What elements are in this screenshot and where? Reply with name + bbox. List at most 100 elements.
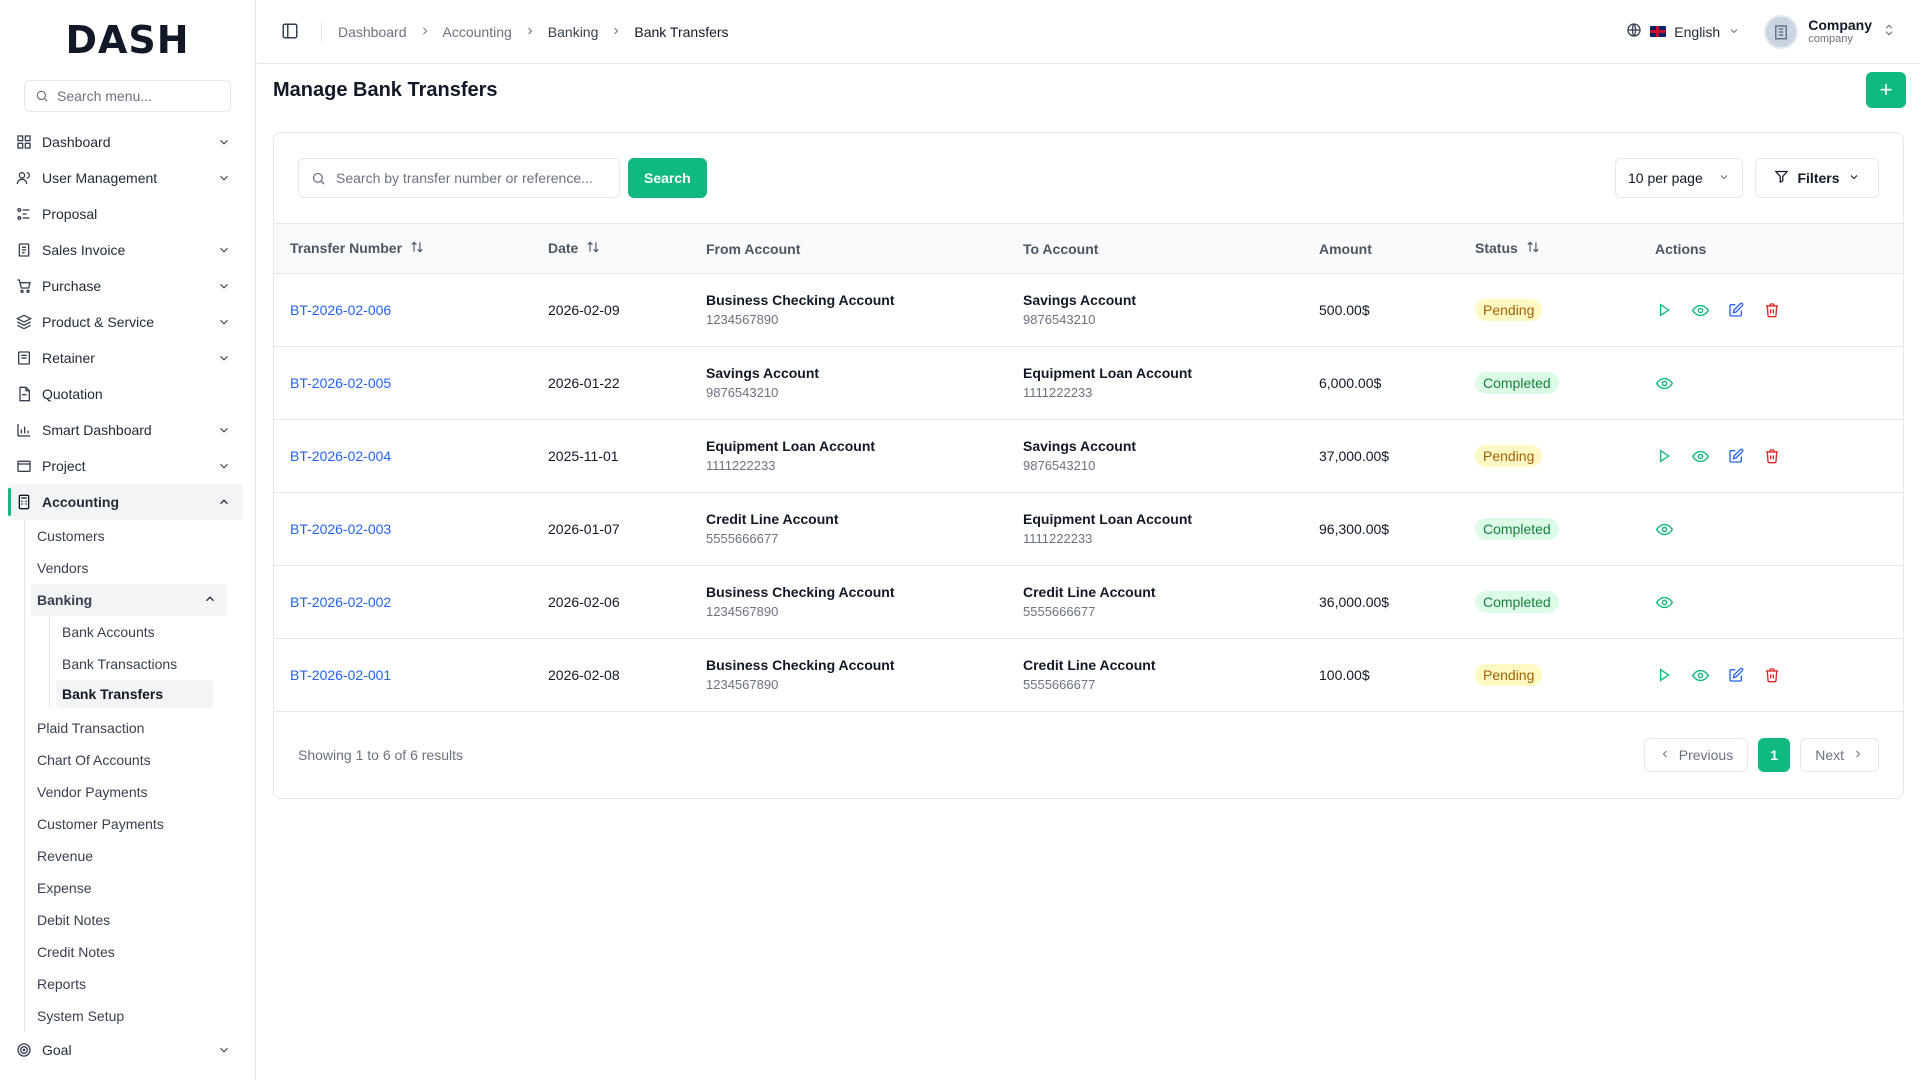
app-logo[interactable]: DASH bbox=[0, 0, 255, 80]
sidebar-item-user-management[interactable]: User Management bbox=[0, 160, 255, 196]
transfer-number-link[interactable]: BT-2026-02-002 bbox=[274, 566, 532, 639]
sidebar-item-chart-of-accounts[interactable]: Chart Of Accounts bbox=[37, 744, 255, 776]
eye-icon[interactable] bbox=[1691, 301, 1709, 319]
transfers-table: Transfer Number Date From Account To Acc… bbox=[274, 223, 1903, 712]
sidebar-item-dashboard[interactable]: Dashboard bbox=[0, 124, 255, 160]
play-icon[interactable] bbox=[1655, 301, 1673, 319]
eye-icon[interactable] bbox=[1691, 666, 1709, 684]
sort-icon[interactable] bbox=[1526, 240, 1540, 257]
sidebar-item-proposal[interactable]: Proposal bbox=[0, 196, 255, 232]
sidebar-item-sales-invoice[interactable]: Sales Invoice bbox=[0, 232, 255, 268]
th-status[interactable]: Status bbox=[1459, 224, 1639, 274]
to-account-number: 5555666677 bbox=[1023, 604, 1096, 619]
sidebar-item-debit-notes[interactable]: Debit Notes bbox=[37, 904, 255, 936]
th-date[interactable]: Date bbox=[532, 224, 690, 274]
per-page-select[interactable]: 10 per page bbox=[1615, 158, 1743, 198]
transfer-number-link[interactable]: BT-2026-02-005 bbox=[274, 347, 532, 420]
sidebar-item-label: Project bbox=[42, 458, 86, 474]
chevron-up-icon bbox=[203, 592, 217, 609]
results-summary: Showing 1 to 6 of 6 results bbox=[298, 747, 463, 763]
edit-icon[interactable] bbox=[1727, 301, 1745, 319]
breadcrumb-dashboard[interactable]: Dashboard bbox=[338, 24, 407, 40]
play-icon[interactable] bbox=[1655, 666, 1673, 684]
breadcrumb-accounting[interactable]: Accounting bbox=[443, 24, 512, 40]
language-selector[interactable]: English bbox=[1626, 22, 1740, 41]
chevron-right-icon bbox=[524, 24, 536, 40]
accounting-submenu: Customers Vendors Banking Bank Accounts … bbox=[24, 520, 255, 1032]
previous-page-button[interactable]: Previous bbox=[1643, 738, 1749, 772]
sort-icon[interactable] bbox=[410, 240, 424, 257]
sidebar-item-customer-payments[interactable]: Customer Payments bbox=[37, 808, 255, 840]
uk-flag-icon bbox=[1650, 26, 1667, 37]
banking-submenu: Bank Accounts Bank Transactions Bank Tra… bbox=[49, 616, 255, 708]
th-transfer-number[interactable]: Transfer Number bbox=[274, 224, 532, 274]
transfer-number-link[interactable]: BT-2026-02-003 bbox=[274, 493, 532, 566]
sidebar-item-product-service[interactable]: Product & Service bbox=[0, 304, 255, 340]
sidebar-item-retainer[interactable]: Retainer bbox=[0, 340, 255, 376]
sidebar-item-quotation[interactable]: Quotation bbox=[0, 376, 255, 412]
sidebar-toggle-icon[interactable] bbox=[281, 22, 301, 42]
retainer-icon bbox=[16, 350, 32, 366]
sidebar-item-vendor-payments[interactable]: Vendor Payments bbox=[37, 776, 255, 808]
cart-icon bbox=[16, 278, 32, 294]
transfer-number-link[interactable]: BT-2026-02-006 bbox=[274, 274, 532, 347]
filters-button[interactable]: Filters bbox=[1755, 158, 1879, 198]
transfer-date: 2026-02-09 bbox=[548, 302, 620, 318]
company-name: Company bbox=[1808, 16, 1872, 33]
eye-icon[interactable] bbox=[1655, 520, 1673, 538]
search-placeholder: Search by transfer number or reference..… bbox=[336, 170, 593, 186]
page-number-current[interactable]: 1 bbox=[1758, 738, 1791, 772]
sidebar-item-bank-transfers[interactable]: Bank Transfers bbox=[56, 680, 213, 708]
sidebar-item-banking[interactable]: Banking bbox=[31, 584, 227, 616]
status-cell: Completed bbox=[1459, 347, 1639, 420]
actions-cell bbox=[1639, 639, 1903, 712]
from-account-name: Savings Account bbox=[706, 365, 820, 381]
sidebar-item-reports[interactable]: Reports bbox=[37, 968, 255, 1000]
sidebar-item-purchase[interactable]: Purchase bbox=[0, 268, 255, 304]
sidebar-item-revenue[interactable]: Revenue bbox=[37, 840, 255, 872]
play-icon[interactable] bbox=[1655, 447, 1673, 465]
chevron-down-icon bbox=[217, 243, 231, 257]
sidebar-item-accounting[interactable]: Accounting bbox=[8, 484, 243, 520]
transfer-number-link[interactable]: BT-2026-02-004 bbox=[274, 420, 532, 493]
trash-icon[interactable] bbox=[1763, 447, 1781, 465]
sidebar-item-bank-transactions[interactable]: Bank Transactions bbox=[62, 648, 255, 680]
breadcrumb-banking[interactable]: Banking bbox=[548, 24, 599, 40]
eye-icon[interactable] bbox=[1655, 593, 1673, 611]
sidebar-item-plaid-transaction[interactable]: Plaid Transaction bbox=[37, 712, 255, 744]
transfer-date: 2026-01-22 bbox=[548, 375, 620, 391]
transfer-search-input[interactable]: Search by transfer number or reference..… bbox=[298, 158, 620, 198]
th-to-account: To Account bbox=[1023, 240, 1099, 257]
eye-icon[interactable] bbox=[1655, 374, 1673, 392]
next-page-button[interactable]: Next bbox=[1800, 738, 1879, 772]
edit-icon[interactable] bbox=[1727, 447, 1745, 465]
company-switcher[interactable]: Company company bbox=[1764, 14, 1896, 49]
add-transfer-button[interactable]: + bbox=[1866, 72, 1906, 108]
sidebar-item-vendors[interactable]: Vendors bbox=[37, 552, 255, 584]
sidebar-item-expense[interactable]: Expense bbox=[37, 872, 255, 904]
sidebar-item-customers[interactable]: Customers bbox=[37, 520, 255, 552]
language-label: English bbox=[1674, 23, 1721, 40]
sidebar-item-smart-dashboard[interactable]: Smart Dashboard bbox=[0, 412, 255, 448]
transfer-number-link[interactable]: BT-2026-02-001 bbox=[274, 639, 532, 712]
sidebar-search-input[interactable]: Search menu... bbox=[24, 80, 231, 112]
transfer-date: 2025-11-01 bbox=[548, 448, 619, 464]
edit-icon[interactable] bbox=[1727, 666, 1745, 684]
eye-icon[interactable] bbox=[1691, 447, 1709, 465]
sidebar-item-goal[interactable]: Goal bbox=[0, 1032, 255, 1068]
sidebar-item-bank-accounts[interactable]: Bank Accounts bbox=[62, 616, 255, 648]
sidebar-item-credit-notes[interactable]: Credit Notes bbox=[37, 936, 255, 968]
sidebar-item-label: Product & Service bbox=[42, 314, 155, 330]
invoice-icon bbox=[16, 242, 32, 258]
trash-icon[interactable] bbox=[1763, 301, 1781, 319]
previous-label: Previous bbox=[1678, 747, 1734, 763]
status-cell: Completed bbox=[1459, 493, 1639, 566]
sidebar-item-project[interactable]: Project bbox=[0, 448, 255, 484]
sort-icon[interactable] bbox=[586, 240, 600, 257]
page-title: Manage Bank Transfers bbox=[273, 78, 498, 101]
sidebar-item-system-setup[interactable]: System Setup bbox=[37, 1000, 255, 1032]
from-account-number: 1234567890 bbox=[706, 604, 779, 619]
table-toolbar: Search by transfer number or reference..… bbox=[274, 133, 1903, 223]
search-button[interactable]: Search bbox=[628, 158, 707, 198]
trash-icon[interactable] bbox=[1763, 666, 1781, 684]
